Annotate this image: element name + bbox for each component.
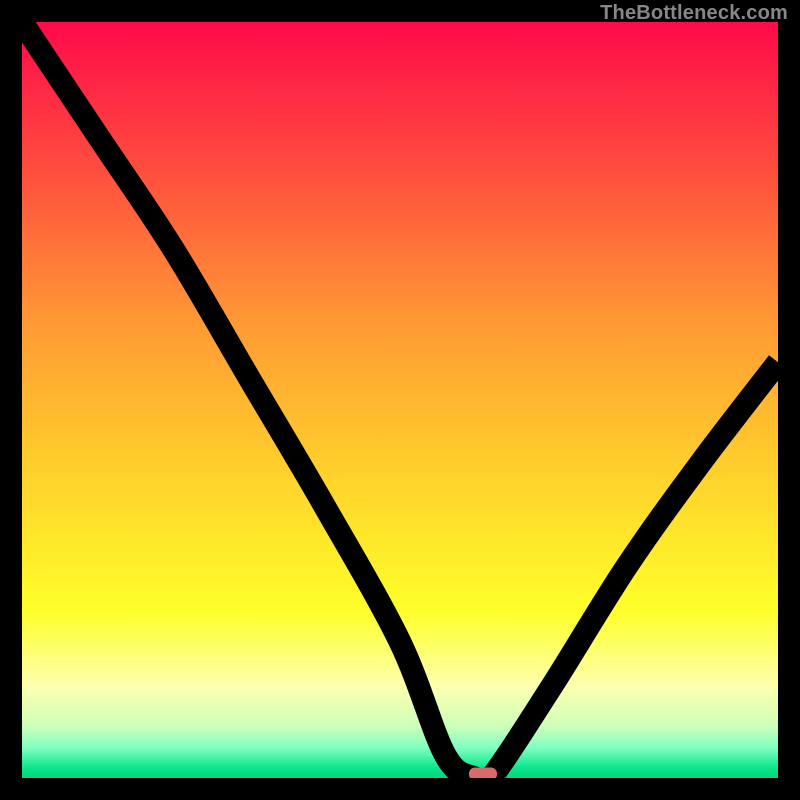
optimal-marker	[469, 768, 497, 779]
background-gradient	[22, 22, 778, 778]
plot-area	[22, 22, 778, 778]
chart-frame: TheBottleneck.com	[0, 0, 800, 800]
watermark-text: TheBottleneck.com	[600, 2, 788, 25]
